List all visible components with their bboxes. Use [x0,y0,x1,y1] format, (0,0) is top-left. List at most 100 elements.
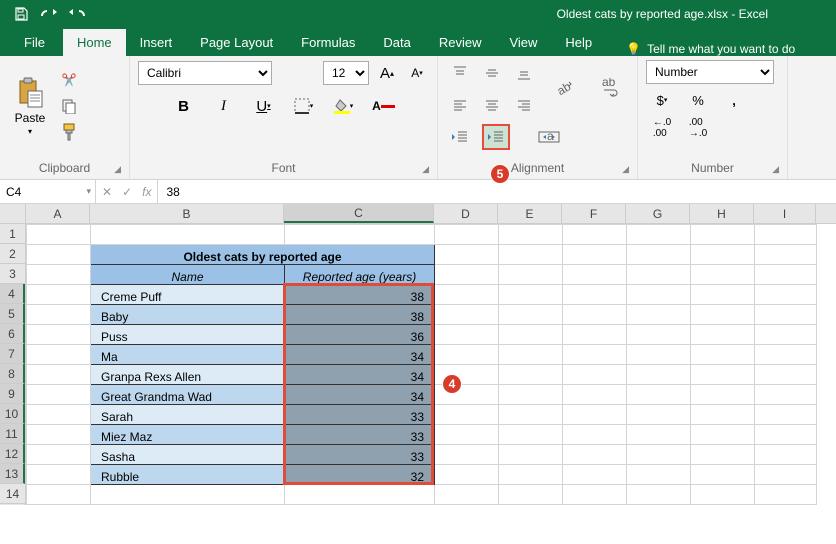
row-header-14[interactable]: 14 [0,484,25,504]
cell-C11[interactable]: 33 [285,425,435,445]
row-header-8[interactable]: 8 [0,364,25,384]
align-right-button[interactable] [510,92,538,118]
cell-H4[interactable] [691,285,755,305]
cell-H6[interactable] [691,325,755,345]
cell-I12[interactable] [755,445,817,465]
cell-F14[interactable] [563,485,627,505]
cell-E2[interactable] [499,245,563,265]
cell-D12[interactable] [435,445,499,465]
cell-G1[interactable] [627,225,691,245]
wrap-text-button[interactable]: ab [592,60,630,116]
cell-F2[interactable] [563,245,627,265]
cell-A9[interactable] [27,385,91,405]
cell-A8[interactable] [27,365,91,385]
undo-button[interactable] [36,2,62,26]
cell-I11[interactable] [755,425,817,445]
col-header-E[interactable]: E [498,204,562,223]
cell-F3[interactable] [563,265,627,285]
fx-button[interactable]: fx [142,185,151,199]
increase-decimal-button[interactable]: ←.0.00 [646,116,678,140]
cell-C9[interactable]: 34 [285,385,435,405]
col-header-B[interactable]: B [90,204,284,223]
font-color-button[interactable]: A [371,93,397,119]
number-launcher[interactable]: ◢ [772,164,779,175]
orientation-button[interactable]: ab [546,60,584,116]
cell-E3[interactable] [499,265,563,285]
col-header-H[interactable]: H [690,204,754,223]
cell-F10[interactable] [563,405,627,425]
fill-color-button[interactable]: ▾ [331,93,357,119]
cell-F7[interactable] [563,345,627,365]
cell-C4[interactable]: 38 [285,285,435,305]
cell-I3[interactable] [755,265,817,285]
cell-F1[interactable] [563,225,627,245]
number-format-select[interactable]: Number [646,60,774,84]
enter-formula-button[interactable]: ✓ [122,185,132,199]
cell-C13[interactable]: 32 [285,465,435,485]
cell-E4[interactable] [499,285,563,305]
tab-formulas[interactable]: Formulas [287,29,369,56]
cell-D3[interactable] [435,265,499,285]
align-top-button[interactable] [446,60,474,86]
cell-A12[interactable] [27,445,91,465]
cell-F5[interactable] [563,305,627,325]
cell-H7[interactable] [691,345,755,365]
comma-button[interactable]: , [718,88,750,112]
cell-D10[interactable] [435,405,499,425]
cell-I7[interactable] [755,345,817,365]
cell-G5[interactable] [627,305,691,325]
cell-D7[interactable] [435,345,499,365]
cell-E5[interactable] [499,305,563,325]
cell-B1[interactable] [91,225,285,245]
cell-A2[interactable] [27,245,91,265]
cell-B2[interactable]: Oldest cats by reported age [91,245,435,265]
row-header-12[interactable]: 12 [0,444,25,464]
row-header-7[interactable]: 7 [0,344,25,364]
font-launcher[interactable]: ◢ [422,164,429,175]
border-button[interactable]: ▾ [291,93,317,119]
row-header-1[interactable]: 1 [0,224,25,244]
cell-A3[interactable] [27,265,91,285]
cell-H2[interactable] [691,245,755,265]
cell-G4[interactable] [627,285,691,305]
cell-I13[interactable] [755,465,817,485]
row-header-4[interactable]: 4 [0,284,25,304]
cell-G14[interactable] [627,485,691,505]
cell-G8[interactable] [627,365,691,385]
cell-B4[interactable]: Creme Puff [91,285,285,305]
cell-D6[interactable] [435,325,499,345]
col-header-D[interactable]: D [434,204,498,223]
cell-H5[interactable] [691,305,755,325]
cell-H9[interactable] [691,385,755,405]
align-bottom-button[interactable] [510,60,538,86]
merge-center-button[interactable]: a [518,124,580,150]
redo-button[interactable] [64,2,90,26]
align-middle-button[interactable] [478,60,506,86]
tab-insert[interactable]: Insert [126,29,187,56]
cell-I6[interactable] [755,325,817,345]
cell-E6[interactable] [499,325,563,345]
cell-H8[interactable] [691,365,755,385]
cell-G3[interactable] [627,265,691,285]
cell-I4[interactable] [755,285,817,305]
cell-F12[interactable] [563,445,627,465]
cell-G9[interactable] [627,385,691,405]
cell-E7[interactable] [499,345,563,365]
cell-A1[interactable] [27,225,91,245]
cell-A13[interactable] [27,465,91,485]
cell-I14[interactable] [755,485,817,505]
tab-review[interactable]: Review [425,29,496,56]
cell-B11[interactable]: Miez Maz [91,425,285,445]
cell-H11[interactable] [691,425,755,445]
cell-A7[interactable] [27,345,91,365]
col-header-C[interactable]: C [284,204,434,223]
cell-F9[interactable] [563,385,627,405]
cell-D13[interactable] [435,465,499,485]
cell-F8[interactable] [563,365,627,385]
save-button[interactable] [8,2,34,26]
cell-F11[interactable] [563,425,627,445]
cell-E10[interactable] [499,405,563,425]
cell-A4[interactable] [27,285,91,305]
cell-E13[interactable] [499,465,563,485]
cell-G13[interactable] [627,465,691,485]
